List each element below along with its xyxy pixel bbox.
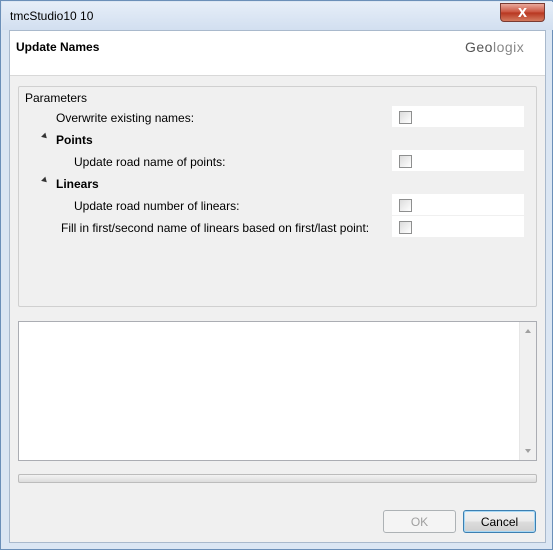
linears-group-label[interactable]: Linears bbox=[56, 177, 99, 191]
cancel-button[interactable]: Cancel bbox=[463, 510, 536, 533]
linears-collapse-icon[interactable] bbox=[41, 176, 49, 185]
log-vertical-scrollbar[interactable] bbox=[519, 322, 536, 460]
brand-logo-part1: Geo bbox=[465, 39, 493, 55]
ok-button[interactable]: OK bbox=[383, 510, 456, 533]
points-collapse-icon[interactable] bbox=[41, 132, 49, 141]
header-band: Update Names Geologix bbox=[10, 31, 545, 76]
update-road-name-points-cell bbox=[392, 150, 524, 172]
fill-names-linears-checkbox[interactable] bbox=[399, 221, 412, 234]
fill-names-linears-cell bbox=[392, 216, 524, 238]
update-road-number-linears-cell bbox=[392, 194, 524, 216]
title-bar[interactable]: tmcStudio10 10 X bbox=[2, 2, 553, 30]
window-title: tmcStudio10 10 bbox=[10, 9, 94, 23]
update-road-name-points-checkbox[interactable] bbox=[399, 155, 412, 168]
overwrite-label: Overwrite existing names: bbox=[56, 111, 195, 125]
dialog-window: tmcStudio10 10 X Update Names Geologix P… bbox=[0, 0, 553, 550]
update-road-name-points-label: Update road name of points: bbox=[74, 155, 226, 169]
scroll-up-icon[interactable] bbox=[525, 329, 531, 333]
parameters-legend: Parameters bbox=[25, 91, 88, 105]
overwrite-value-cell bbox=[392, 106, 524, 128]
fill-names-linears-label: Fill in first/second name of linears bas… bbox=[61, 221, 370, 235]
close-icon: X bbox=[517, 5, 528, 20]
brand-logo: Geologix bbox=[465, 39, 524, 55]
points-group-label[interactable]: Points bbox=[56, 133, 93, 147]
overwrite-checkbox[interactable] bbox=[399, 111, 412, 124]
update-road-number-linears-checkbox[interactable] bbox=[399, 199, 412, 212]
page-title: Update Names bbox=[16, 40, 100, 54]
parameters-group: Parameters Overwrite existing names: Poi… bbox=[18, 86, 537, 307]
update-road-number-linears-label: Update road number of linears: bbox=[74, 199, 240, 213]
progress-bar bbox=[18, 474, 537, 483]
dialog-client-area: Update Names Geologix Parameters Overwri… bbox=[9, 30, 546, 543]
close-button[interactable]: X bbox=[500, 3, 545, 22]
log-textarea[interactable] bbox=[18, 321, 537, 461]
scroll-down-icon[interactable] bbox=[525, 449, 531, 453]
brand-logo-part2: logix bbox=[492, 39, 525, 55]
